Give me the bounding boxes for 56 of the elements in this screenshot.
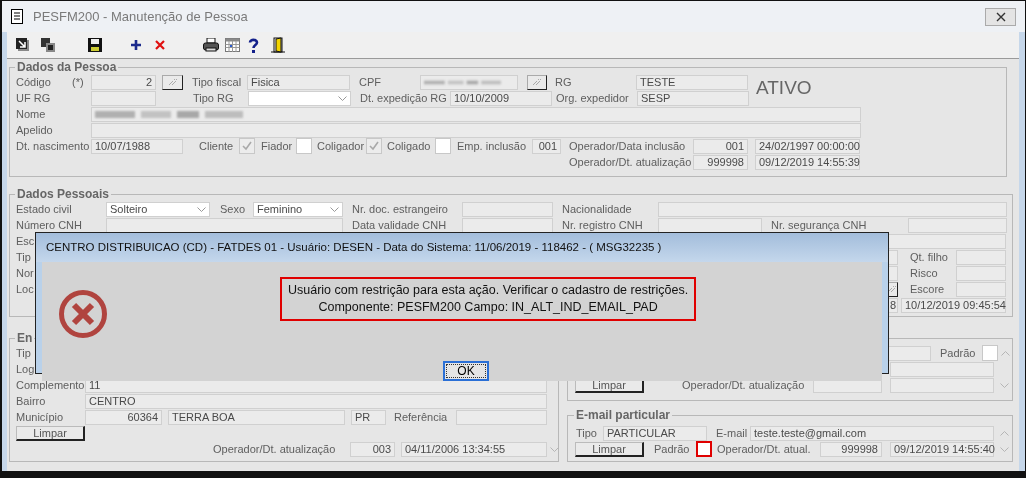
field-label: RG: [555, 75, 573, 89]
field-label: Nr. segurança CNH: [771, 218, 868, 232]
field-label: Município: [16, 410, 65, 424]
field-label: Padrão: [940, 346, 974, 360]
field-label: Operador/Dt. atualização: [569, 155, 693, 169]
field-label: Número CNH: [16, 218, 83, 232]
group-title: E-mail particular: [575, 408, 672, 422]
field-label: Tipo RG: [193, 91, 235, 105]
field-label: Tipo: [576, 426, 598, 440]
field-label: Tip: [16, 346, 31, 360]
field-label: Nr. doc. estrangeiro: [352, 202, 449, 216]
field-label: Operador/Dt. atualização: [682, 378, 806, 392]
window-title: PESFM200 - Manutenção de Pessoa: [33, 9, 248, 24]
field-label: Dt. nascimento: [16, 139, 91, 153]
field-label: Referência: [394, 410, 449, 424]
field-label: Nr. registro CNH: [562, 218, 644, 232]
field-label: Bairro: [16, 394, 47, 408]
field-label: UF RG: [16, 91, 52, 105]
field-label: Sexo: [220, 202, 247, 216]
field-label: Data validade CNH: [352, 218, 448, 232]
field-label: Complemento: [16, 378, 85, 392]
field-label: Coligado: [387, 139, 432, 153]
field-label: Coligador: [317, 139, 366, 153]
group-title: Dados da Pessoa: [16, 60, 118, 74]
field-label: Nacionalidade: [562, 202, 633, 216]
field-label: Esc: [16, 234, 35, 248]
field-label: Código: [16, 75, 52, 89]
field-label: Dt. expedição RG: [360, 91, 448, 105]
field-label: Qt. filho: [910, 250, 949, 264]
field-label: Operador/Data inclusão: [569, 139, 687, 153]
message-line: Usuário com restrição para esta ação. Verificar o cadastro de restrições.: [288, 282, 689, 299]
field-label: Loc: [16, 282, 34, 296]
field-label: Tipo fiscal: [192, 75, 243, 89]
group-title: En: [16, 331, 34, 345]
field-label: Operador/Dt. atual.: [717, 442, 812, 456]
field-label: Apelido: [16, 123, 54, 137]
field-label: Org. expedidor: [556, 91, 630, 105]
field-label: Cliente: [199, 139, 235, 153]
field-label: Nor: [16, 266, 34, 280]
field-label: Operador/Dt. atualização: [213, 442, 337, 456]
field-label: (*): [72, 75, 85, 89]
field-label: E-mail: [716, 426, 749, 440]
field-label: Risco: [910, 266, 939, 280]
field-label: CPF: [359, 75, 382, 89]
field-label: Escore: [910, 282, 946, 296]
field-label: Emp. inclusão: [457, 139, 528, 153]
message-line: Componente: PESFM200 Campo: IN_ALT_IND_EMAIL_PAD: [318, 299, 658, 316]
field-label: Estado civil: [16, 202, 73, 216]
field-label: Nome: [16, 107, 47, 121]
field-label: Tip: [16, 250, 31, 264]
dialog-title: CENTRO DISTRIBUICAO (CD) - FATDES 01 - Usuário: DESEN - Data do Sistema: 11/06/2019 - 118462 - ( MSG32235 ): [36, 233, 888, 262]
field-label: Fiador: [261, 139, 294, 153]
field-label: Log: [16, 362, 35, 376]
field-label: Padrão: [654, 442, 691, 456]
status-text: ATIVO: [756, 78, 812, 98]
group-title: Dados Pessoais: [16, 187, 111, 201]
